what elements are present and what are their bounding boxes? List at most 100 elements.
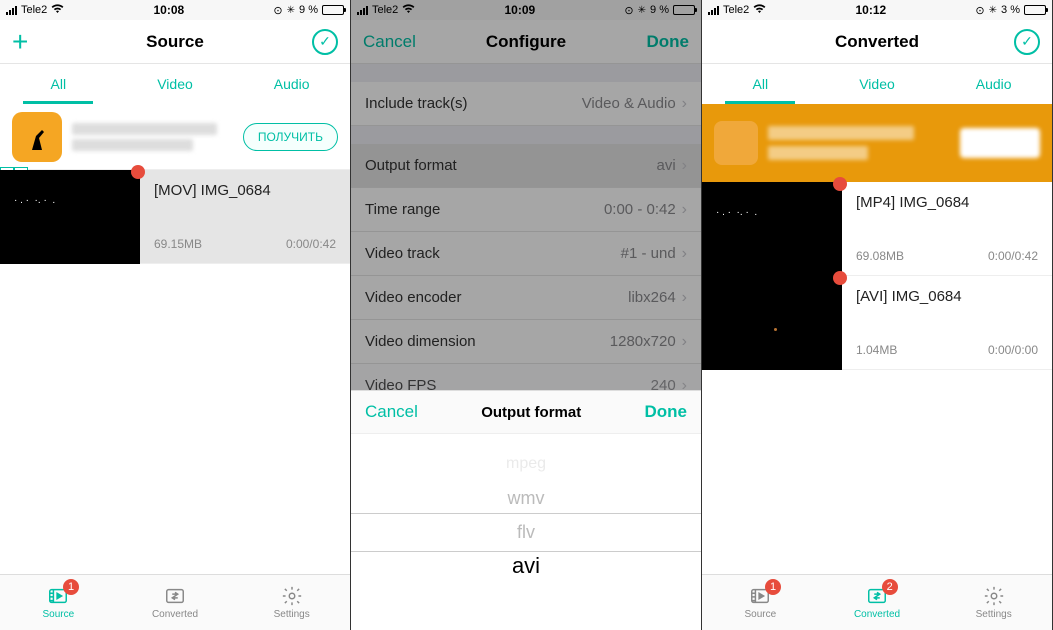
cancel-button[interactable]: Cancel (363, 32, 416, 52)
picker-option-selected[interactable]: avi (512, 549, 540, 583)
ad-cta-button[interactable] (960, 128, 1040, 158)
ad-banner[interactable]: ПОЛУЧИТЬ ▷i (0, 104, 350, 170)
screen-configure: Tele2 10:09 ⊙ ✳ 9 % Cancel Configure Don… (351, 0, 702, 630)
chevron-right-icon: › (682, 245, 687, 263)
signal-icon (6, 6, 17, 15)
unread-dot-icon (833, 177, 847, 191)
tab-all[interactable]: All (702, 64, 819, 104)
file-duration: 0:00/0:42 (286, 237, 336, 251)
carrier-label: Tele2 (723, 4, 749, 16)
tab-audio[interactable]: Audio (935, 64, 1052, 104)
file-row[interactable]: [MOV] IMG_0684 69.15MB 0:00/0:42 (0, 170, 350, 264)
converted-icon (164, 585, 186, 607)
picker-option[interactable]: mpeg (506, 447, 546, 481)
chevron-right-icon: › (682, 201, 687, 219)
row-time-range[interactable]: Time range 0:00 - 0:42› (351, 188, 701, 232)
file-name: [MP4] IMG_0684 (856, 194, 1038, 211)
unread-dot-icon (833, 271, 847, 285)
chevron-right-icon: › (682, 157, 687, 175)
chevron-right-icon: › (682, 333, 687, 351)
ad-app-icon (12, 112, 62, 162)
picker-wheel[interactable]: mpeg wmv flv avi (351, 434, 701, 630)
page-title: Converted (835, 32, 919, 52)
row-video-encoder[interactable]: Video encoder libx264› (351, 276, 701, 320)
file-thumbnail (0, 170, 140, 264)
badge: 2 (882, 579, 898, 595)
chevron-right-icon: › (682, 289, 687, 307)
picker-done-button[interactable]: Done (645, 402, 688, 422)
tabbar-source[interactable]: Source 1 (702, 575, 819, 630)
tabbar-converted[interactable]: Converted 2 (819, 575, 936, 630)
select-mode-button[interactable]: ✓ (312, 29, 338, 55)
chevron-right-icon: › (682, 95, 687, 113)
battery-icon (1024, 5, 1046, 15)
lock-icon: ⊙ (273, 4, 282, 17)
file-size: 69.08MB (856, 249, 904, 263)
status-bar: Tele2 10:12 ⊙ ✳ 3 % (702, 0, 1052, 20)
nav-bar: + Source ✓ (0, 20, 350, 64)
row-video-track[interactable]: Video track #1 - und› (351, 232, 701, 276)
lock-icon: ⊙ (975, 4, 984, 17)
signal-icon (357, 6, 368, 15)
picker-option[interactable]: flv (517, 515, 535, 549)
battery-pct: 3 % (1001, 4, 1020, 16)
battery-icon (322, 5, 344, 15)
file-size: 69.15MB (154, 237, 202, 251)
ad-banner[interactable] (702, 104, 1052, 182)
battery-icon (673, 5, 695, 15)
file-duration: 0:00/0:42 (988, 249, 1038, 263)
badge: 1 (63, 579, 79, 595)
tabbar-label: Converted (152, 609, 198, 620)
page-title: Source (146, 32, 204, 52)
tab-video[interactable]: Video (819, 64, 936, 104)
signal-icon (708, 6, 719, 15)
file-row[interactable]: [AVI] IMG_0684 1.04MB 0:00/0:00 (702, 276, 1052, 370)
picker-sheet: Cancel Output format Done mpeg wmv flv a… (351, 390, 701, 630)
tabbar-converted[interactable]: Converted (117, 575, 234, 630)
picker-cancel-button[interactable]: Cancel (365, 402, 418, 422)
tabbar-settings[interactable]: Settings (233, 575, 350, 630)
row-include-tracks[interactable]: Include track(s) Video & Audio› (351, 82, 701, 126)
carrier-label: Tele2 (21, 4, 47, 16)
tab-video[interactable]: Video (117, 64, 234, 104)
tab-all[interactable]: All (0, 64, 117, 104)
segment-tabs: All Video Audio (0, 64, 350, 104)
screen-converted: Tele2 10:12 ⊙ ✳ 3 % Converted ✓ All Vide… (702, 0, 1053, 630)
row-output-format[interactable]: Output format avi› (351, 144, 701, 188)
screen-source: Tele2 10:08 ⊙ ✳ 9 % + Source ✓ All Video… (0, 0, 351, 630)
badge: 1 (765, 579, 781, 595)
tabbar-label: Source (42, 609, 74, 620)
row-video-dimension[interactable]: Video dimension 1280x720› (351, 320, 701, 364)
nav-bar: Cancel Configure Done (351, 20, 701, 64)
lock-icon: ⊙ (624, 4, 633, 17)
bluetooth-icon: ✳ (638, 5, 646, 16)
wifi-icon (753, 4, 766, 17)
ad-cta-button[interactable]: ПОЛУЧИТЬ (243, 123, 338, 151)
select-mode-button[interactable]: ✓ (1014, 29, 1040, 55)
tabbar-source[interactable]: Source 1 (0, 575, 117, 630)
picker-option[interactable]: wmv (508, 481, 545, 515)
status-bar: Tele2 10:08 ⊙ ✳ 9 % (0, 0, 350, 20)
file-thumbnail (702, 276, 842, 370)
picker-title: Output format (481, 404, 581, 421)
add-button[interactable]: + (12, 28, 28, 56)
clock: 10:09 (505, 3, 536, 17)
ad-text (768, 126, 950, 160)
tab-bar: Source 1 Converted Settings (0, 574, 350, 630)
file-duration: 0:00/0:00 (988, 343, 1038, 357)
segment-tabs: All Video Audio (702, 64, 1052, 104)
ad-app-icon (714, 121, 758, 165)
tabbar-label: Settings (274, 609, 310, 620)
clock: 10:12 (856, 3, 887, 17)
check-icon: ✓ (1021, 33, 1033, 50)
picker-toolbar: Cancel Output format Done (351, 390, 701, 434)
unread-dot-icon (131, 165, 145, 179)
tab-audio[interactable]: Audio (233, 64, 350, 104)
done-button[interactable]: Done (647, 32, 690, 52)
file-size: 1.04MB (856, 343, 897, 357)
wifi-icon (51, 4, 64, 17)
tabbar-label: Converted (854, 609, 900, 620)
file-row[interactable]: [MP4] IMG_0684 69.08MB 0:00/0:42 (702, 182, 1052, 276)
check-icon: ✓ (319, 33, 331, 50)
tabbar-settings[interactable]: Settings (935, 575, 1052, 630)
